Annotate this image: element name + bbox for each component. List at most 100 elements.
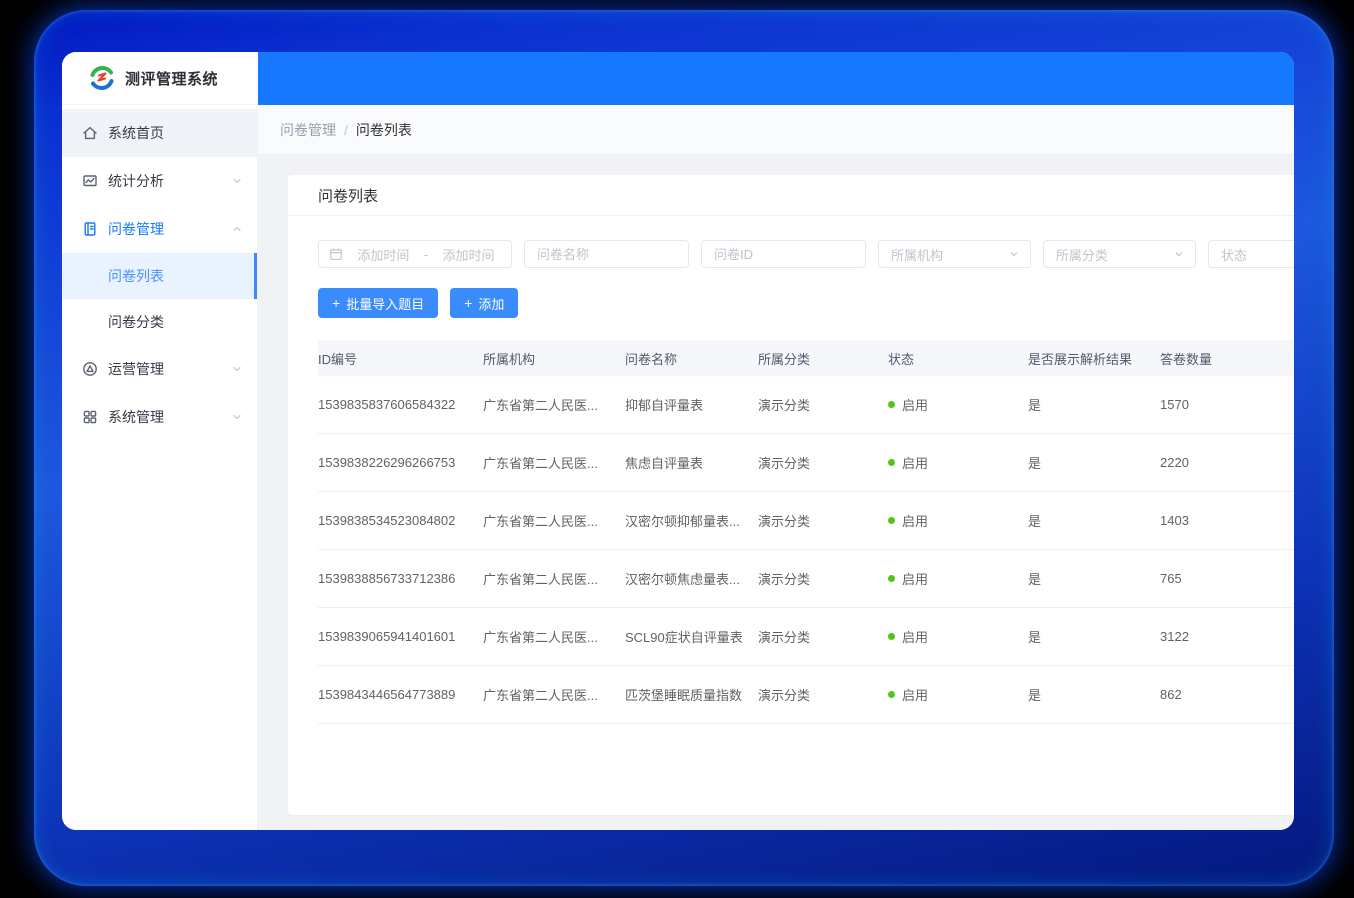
status-dot bbox=[888, 401, 895, 408]
cell-org: 广东省第二人民医... bbox=[483, 511, 625, 530]
top-bar bbox=[258, 52, 1294, 105]
cell-category: 演示分类 bbox=[758, 395, 888, 414]
cell-org: 广东省第二人民医... bbox=[483, 395, 625, 414]
table-row[interactable]: 1539843446564773889 广东省第二人民医... 匹茨堡睡眠质量指… bbox=[318, 666, 1294, 724]
sidebar-item-questionnaire-list[interactable]: 问卷列表 bbox=[62, 253, 257, 299]
status-dot bbox=[888, 633, 895, 640]
breadcrumb-separator: / bbox=[344, 122, 348, 138]
col-header-org: 所属机构 bbox=[483, 349, 625, 368]
questionnaire-name-input[interactable] bbox=[524, 240, 689, 268]
cell-count: 862 bbox=[1160, 687, 1294, 702]
cell-count: 765 bbox=[1160, 571, 1294, 586]
batch-import-label: 批量导入题目 bbox=[346, 294, 424, 313]
chevron-down-icon bbox=[231, 411, 243, 423]
sidebar-item-label: 统计分析 bbox=[108, 171, 221, 191]
sidebar-item-system-mgmt[interactable]: 系统管理 bbox=[62, 393, 257, 441]
table-row[interactable]: 1539838856733712386 广东省第二人民医... 汉密尔顿焦虑量表… bbox=[318, 550, 1294, 608]
sidebar: 系统首页 统计分析 问卷管理 问卷列表 问卷分类 bbox=[62, 105, 258, 830]
status-dot bbox=[888, 691, 895, 698]
cell-category: 演示分类 bbox=[758, 511, 888, 530]
add-label: 添加 bbox=[478, 294, 504, 313]
chart-icon bbox=[82, 173, 98, 189]
cell-name: 汉密尔顿抑郁量表... bbox=[625, 511, 758, 530]
cell-category: 演示分类 bbox=[758, 685, 888, 704]
cell-show-result: 是 bbox=[1028, 395, 1160, 414]
col-header-id: ID编号 bbox=[318, 349, 483, 368]
batch-import-button[interactable]: + 批量导入题目 bbox=[318, 288, 438, 318]
plus-icon: + bbox=[332, 295, 340, 311]
col-header-name: 问卷名称 bbox=[625, 349, 758, 368]
date-range-picker[interactable]: 添加时间 - 添加时间 bbox=[318, 240, 512, 268]
table-row[interactable]: 1539838226296266753 广东省第二人民医... 焦虑自评量表 演… bbox=[318, 434, 1294, 492]
status-select-placeholder: 状态 bbox=[1221, 245, 1247, 264]
date-separator: - bbox=[424, 247, 428, 262]
cell-show-result: 是 bbox=[1028, 453, 1160, 472]
content-area: 问卷列表 添加时间 - 添加时间 bbox=[258, 155, 1294, 830]
sidebar-item-operations[interactable]: 运营管理 bbox=[62, 345, 257, 393]
sidebar-item-label: 系统首页 bbox=[108, 123, 243, 143]
brand: 测评管理系统 bbox=[62, 52, 258, 105]
cell-category: 演示分类 bbox=[758, 627, 888, 646]
breadcrumb-parent[interactable]: 问卷管理 bbox=[280, 120, 336, 140]
cell-status: 启用 bbox=[888, 453, 1028, 472]
cell-show-result: 是 bbox=[1028, 511, 1160, 530]
sidebar-item-label: 问卷管理 bbox=[108, 219, 221, 239]
cell-id: 1539839065941401601 bbox=[318, 629, 483, 644]
col-header-show-result: 是否展示解析结果 bbox=[1028, 349, 1160, 368]
toolbar: + 批量导入题目 + 添加 bbox=[318, 288, 1294, 318]
org-select-placeholder: 所属机构 bbox=[891, 245, 943, 264]
chevron-up-icon bbox=[231, 223, 243, 235]
cell-id: 1539838856733712386 bbox=[318, 571, 483, 586]
col-header-status: 状态 bbox=[888, 349, 1028, 368]
add-button[interactable]: + 添加 bbox=[450, 288, 518, 318]
cell-name: 匹茨堡睡眠质量指数 bbox=[625, 685, 758, 704]
system-grid-icon bbox=[82, 409, 98, 425]
table-row[interactable]: 1539838534523084802 广东省第二人民医... 汉密尔顿抑郁量表… bbox=[318, 492, 1294, 550]
category-select-placeholder: 所属分类 bbox=[1056, 245, 1108, 264]
sidebar-item-questionnaire-mgmt[interactable]: 问卷管理 bbox=[62, 205, 257, 253]
cell-show-result: 是 bbox=[1028, 569, 1160, 588]
app-window: 测评管理系统 系统首页 统计分析 bbox=[62, 52, 1294, 830]
questionnaire-list-card: 问卷列表 添加时间 - 添加时间 bbox=[288, 175, 1294, 815]
chevron-down-icon bbox=[1008, 248, 1020, 260]
card-header: 问卷列表 bbox=[288, 175, 1294, 216]
org-select[interactable]: 所属机构 bbox=[878, 240, 1031, 268]
app-title: 测评管理系统 bbox=[125, 68, 218, 89]
cell-org: 广东省第二人民医... bbox=[483, 627, 625, 646]
breadcrumb-current: 问卷列表 bbox=[356, 120, 412, 140]
cell-show-result: 是 bbox=[1028, 627, 1160, 646]
status-dot bbox=[888, 575, 895, 582]
cell-status: 启用 bbox=[888, 685, 1028, 704]
cell-status: 启用 bbox=[888, 395, 1028, 414]
category-select[interactable]: 所属分类 bbox=[1043, 240, 1196, 268]
questionnaire-id-input[interactable] bbox=[701, 240, 866, 268]
cell-name: 焦虑自评量表 bbox=[625, 453, 758, 472]
cell-name: SCL90症状自评量表 bbox=[625, 627, 758, 646]
cell-id: 1539838534523084802 bbox=[318, 513, 483, 528]
col-header-category: 所属分类 bbox=[758, 349, 888, 368]
cell-show-result: 是 bbox=[1028, 685, 1160, 704]
col-header-count: 答卷数量 bbox=[1160, 349, 1294, 368]
cell-count: 1570 bbox=[1160, 397, 1294, 412]
date-end-placeholder: 添加时间 bbox=[436, 245, 501, 264]
table-row[interactable]: 1539839065941401601 广东省第二人民医... SCL90症状自… bbox=[318, 608, 1294, 666]
calendar-icon bbox=[329, 247, 343, 261]
cell-id: 1539838226296266753 bbox=[318, 455, 483, 470]
filter-bar: 添加时间 - 添加时间 所属机构 所属分类 bbox=[318, 240, 1294, 268]
cell-status: 启用 bbox=[888, 569, 1028, 588]
breadcrumb: 问卷管理 / 问卷列表 bbox=[258, 105, 1294, 155]
sidebar-item-statistics[interactable]: 统计分析 bbox=[62, 157, 257, 205]
app-logo-icon bbox=[88, 64, 116, 92]
home-icon bbox=[82, 125, 98, 141]
status-select[interactable]: 状态 bbox=[1208, 240, 1294, 268]
card-title: 问卷列表 bbox=[318, 185, 378, 206]
cell-category: 演示分类 bbox=[758, 453, 888, 472]
sidebar-item-questionnaire-category[interactable]: 问卷分类 bbox=[62, 299, 257, 345]
cell-org: 广东省第二人民医... bbox=[483, 453, 625, 472]
table-row[interactable]: 1539835837606584322 广东省第二人民医... 抑郁自评量表 演… bbox=[318, 376, 1294, 434]
date-start-placeholder: 添加时间 bbox=[351, 245, 416, 264]
cell-org: 广东省第二人民医... bbox=[483, 569, 625, 588]
sidebar-item-home[interactable]: 系统首页 bbox=[62, 109, 257, 157]
cell-count: 3122 bbox=[1160, 629, 1294, 644]
cell-id: 1539835837606584322 bbox=[318, 397, 483, 412]
